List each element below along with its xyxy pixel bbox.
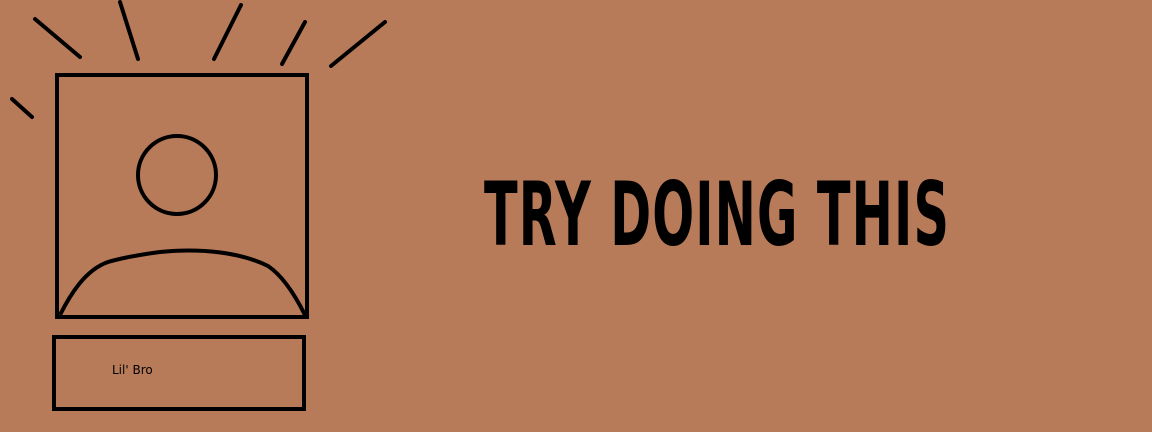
ray-4 bbox=[280, 20, 307, 66]
profile-frame bbox=[55, 73, 309, 319]
ray-6 bbox=[10, 97, 34, 119]
profile-name: Lil' Bro bbox=[112, 363, 153, 377]
ray-2 bbox=[118, 0, 140, 61]
headline-text: TRY DOING THIS bbox=[484, 163, 951, 266]
person-silhouette-icon bbox=[58, 134, 307, 316]
ray-1 bbox=[33, 17, 82, 59]
ray-3 bbox=[212, 3, 243, 61]
sparkle-rays-icon bbox=[10, 0, 387, 119]
avatar-head bbox=[136, 134, 218, 216]
ray-5 bbox=[329, 20, 387, 68]
name-box bbox=[52, 335, 306, 411]
avatar-shoulders bbox=[58, 248, 307, 316]
